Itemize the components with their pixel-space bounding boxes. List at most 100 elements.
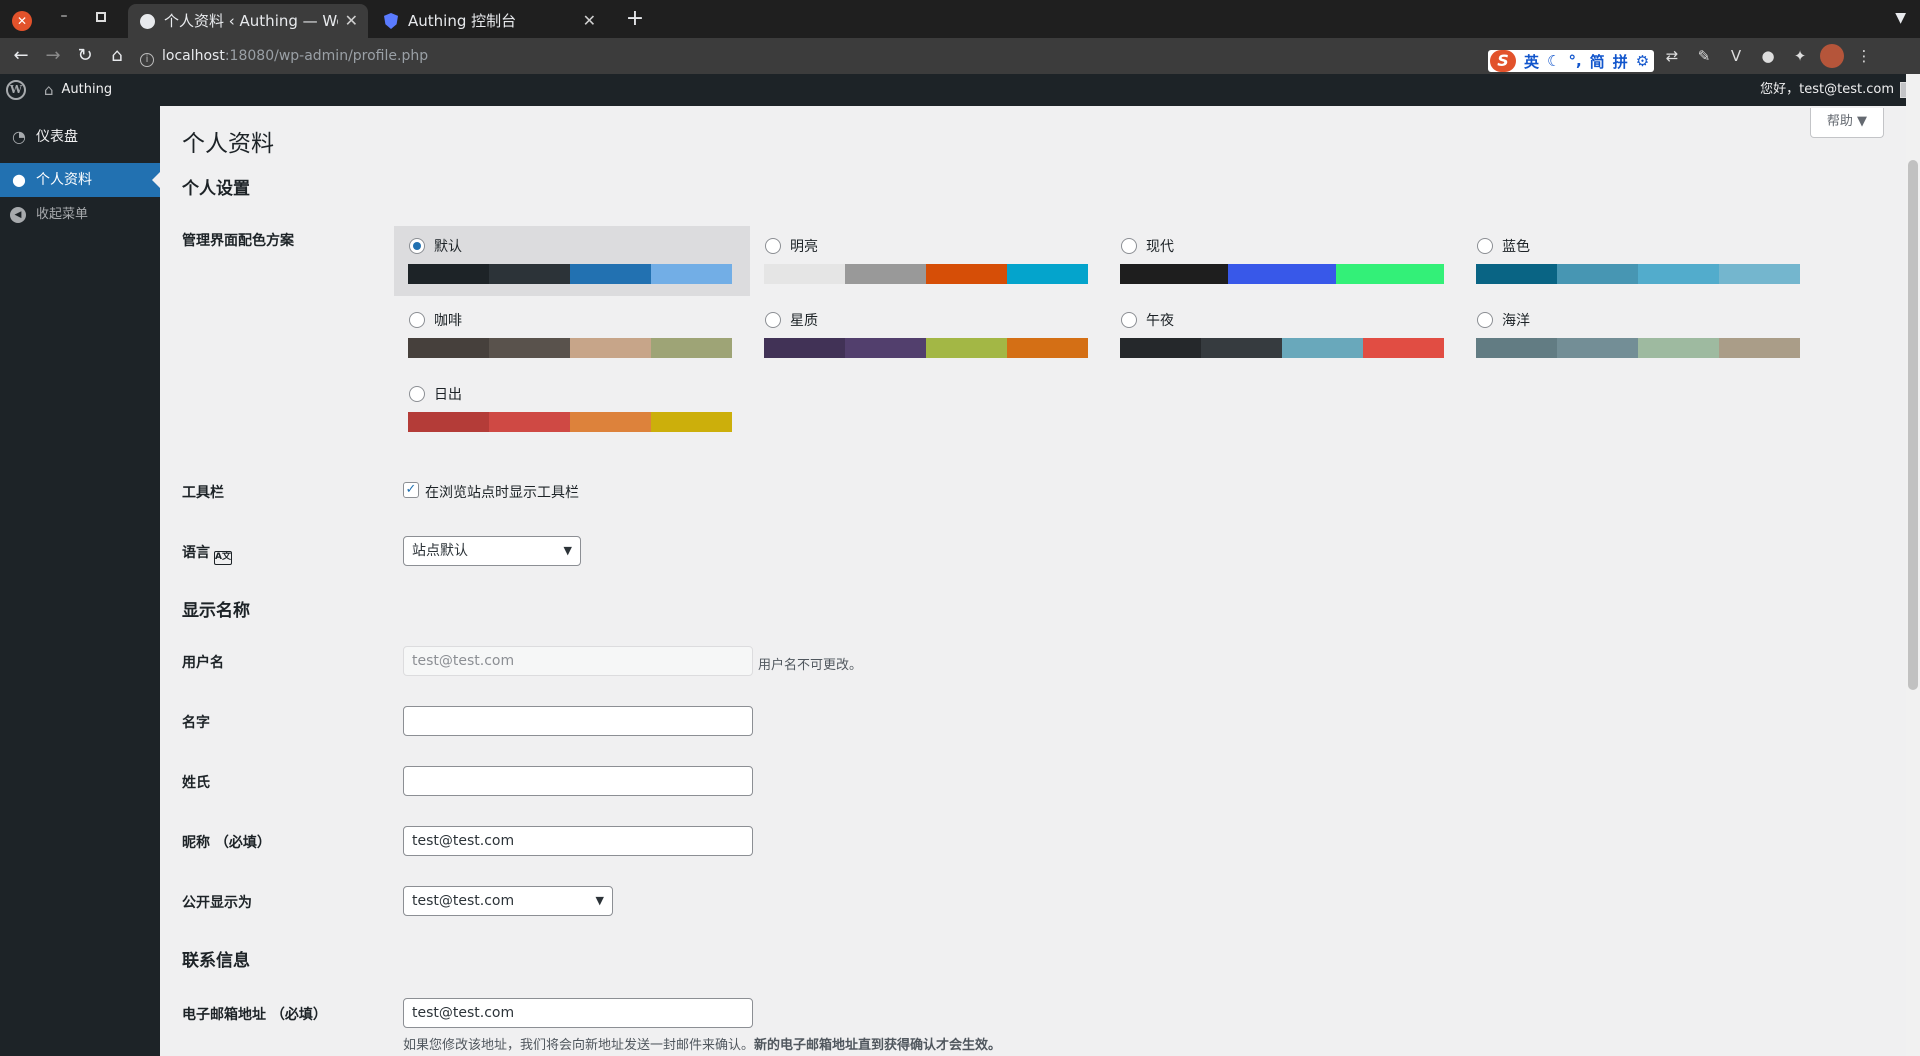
color-swatch (1719, 264, 1800, 284)
color-scheme-radio[interactable] (765, 238, 781, 254)
color-scheme-option[interactable]: 明亮 (750, 226, 1106, 296)
house-icon: ⌂ (44, 81, 54, 99)
ime-simplified-label[interactable]: 简 (1590, 51, 1605, 72)
color-scheme-option[interactable]: 海洋 (1462, 300, 1818, 370)
color-scheme-option[interactable]: 咖啡 (394, 300, 750, 370)
color-swatch (845, 264, 926, 284)
profile-avatar-icon[interactable] (1820, 44, 1844, 68)
color-scheme-radio[interactable] (765, 312, 781, 328)
nickname-field[interactable]: test@test.com (403, 826, 753, 856)
display-name-label: 公开显示为 (182, 895, 252, 911)
display-name-select[interactable]: test@test.com ▼ (403, 886, 613, 916)
tab-profile[interactable]: 个人资料 ‹ Authing — WordPress ✕ (128, 4, 368, 38)
language-label-text: 语言 (182, 545, 210, 561)
color-scheme-option[interactable]: 日出 (394, 374, 750, 444)
color-swatch (1201, 338, 1282, 358)
color-scheme-swatches (764, 264, 1088, 284)
sidebar-item-profile[interactable]: ● 个人资料 (0, 163, 160, 197)
color-scheme-name: 明亮 (790, 239, 818, 255)
forward-arrow-icon[interactable]: → (40, 44, 66, 68)
color-scheme-name: 蓝色 (1502, 239, 1530, 255)
vue-devtools-icon[interactable]: V (1724, 44, 1748, 68)
color-scheme-swatches (408, 264, 732, 284)
ime-settings-icon[interactable]: ⚙ (1636, 52, 1649, 70)
window-close-button[interactable]: ✕ (12, 11, 32, 31)
color-scheme-swatches (408, 412, 732, 432)
color-swatch (1476, 338, 1557, 358)
info-icon[interactable]: i (140, 53, 154, 67)
tab-authing-console[interactable]: Authing 控制台 ✕ (372, 4, 606, 38)
color-swatch (1282, 338, 1363, 358)
color-scheme-name: 现代 (1146, 239, 1174, 255)
color-swatch (408, 338, 489, 358)
sidebar-item-label: 个人资料 (36, 172, 92, 188)
color-scheme-radio[interactable] (1121, 238, 1137, 254)
language-select-value: 站点默认 (412, 543, 468, 559)
color-scheme-name: 星质 (790, 313, 818, 329)
color-scheme-option[interactable]: 蓝色 (1462, 226, 1818, 296)
color-scheme-radio[interactable] (409, 312, 425, 328)
last-name-field[interactable] (403, 766, 753, 796)
color-scheme-radio[interactable] (409, 386, 425, 402)
color-swatch (651, 412, 732, 432)
cookie-icon[interactable]: ● (1756, 44, 1780, 68)
sidebar-item-dashboard[interactable]: ◔ 仪表盘 (0, 120, 160, 154)
howdy-account-link[interactable]: 您好，test@test.com (1760, 74, 1894, 106)
home-icon[interactable]: ⌂ (104, 44, 130, 68)
color-scheme-option[interactable]: 默认 (394, 226, 750, 296)
color-scheme-name: 默认 (434, 239, 462, 255)
reload-icon[interactable]: ↻ (72, 44, 98, 68)
puzzle-icon[interactable]: ✦ (1788, 44, 1812, 68)
language-select[interactable]: 站点默认 ▼ (403, 536, 581, 566)
color-swatch (1120, 338, 1201, 358)
tab-search-chevron-icon[interactable]: ▼ (1895, 10, 1906, 26)
help-button[interactable]: 帮助 ▼ (1810, 108, 1884, 138)
collapse-menu-button[interactable]: ◀ 收起菜单 (0, 198, 160, 232)
toolbar-checkbox-label[interactable]: 在浏览站点时显示工具栏 (425, 482, 579, 502)
color-scheme-name: 日出 (434, 387, 462, 403)
color-scheme-radio[interactable] (1477, 312, 1493, 328)
wordpress-logo-icon[interactable]: W (6, 80, 26, 100)
color-swatch (1638, 338, 1719, 358)
punctuation-icon[interactable]: °, (1568, 52, 1581, 70)
color-scheme-radio[interactable] (1477, 238, 1493, 254)
window-minimize-button[interactable]: – (54, 8, 74, 28)
translate-icon[interactable]: ⇄ (1660, 44, 1684, 68)
color-scheme-option[interactable]: 星质 (750, 300, 1106, 370)
new-tab-button[interactable]: + (620, 4, 650, 34)
color-swatch (408, 264, 489, 284)
tab-close-icon[interactable]: ✕ (345, 4, 358, 38)
language-label: 语言 A文 (182, 542, 232, 565)
color-swatch (1363, 338, 1444, 358)
tab-close-icon[interactable]: ✕ (583, 4, 596, 38)
page-scrollbar[interactable] (1906, 74, 1920, 1056)
kebab-menu-icon[interactable]: ⋮ (1852, 44, 1876, 68)
color-scheme-radio[interactable] (1121, 312, 1137, 328)
feather-icon[interactable]: ✎ (1692, 44, 1716, 68)
browser-tabbar: ✕ – 个人资料 ‹ Authing — WordPress ✕ Authing… (0, 0, 1920, 38)
color-scheme-option[interactable]: 现代 (1106, 226, 1462, 296)
color-swatch (1638, 264, 1719, 284)
color-scheme-option[interactable]: 午夜 (1106, 300, 1462, 370)
color-scheme-radio[interactable] (409, 238, 425, 254)
color-swatch (1007, 264, 1088, 284)
first-name-field[interactable] (403, 706, 753, 736)
color-scheme-swatches (1476, 338, 1800, 358)
scrollbar-thumb[interactable] (1908, 160, 1918, 690)
window-maximize-button[interactable] (96, 12, 106, 22)
toolbar-checkbox[interactable]: ✓ (403, 482, 419, 498)
back-arrow-icon[interactable]: ← (8, 44, 34, 68)
ime-toolbar[interactable]: S 英 ☾ °, 简 拼 ⚙ (1488, 50, 1654, 72)
moon-icon[interactable]: ☾ (1547, 52, 1560, 70)
color-swatch (764, 338, 845, 358)
ime-lang-label[interactable]: 英 (1524, 51, 1539, 72)
extensions-area: ⇄ ✎ V ● ✦ ⋮ (1660, 44, 1876, 68)
color-swatch (570, 412, 651, 432)
username-description: 用户名不可更改。 (758, 658, 863, 673)
address-bar[interactable]: i localhost:18080/wp-admin/profile.php (140, 44, 1480, 68)
page-title: 个人资料 (182, 131, 274, 157)
email-field[interactable]: test@test.com (403, 998, 753, 1028)
color-swatch (408, 412, 489, 432)
ime-pinyin-label[interactable]: 拼 (1613, 51, 1628, 72)
site-name-link[interactable]: ⌂ Authing (44, 74, 112, 106)
